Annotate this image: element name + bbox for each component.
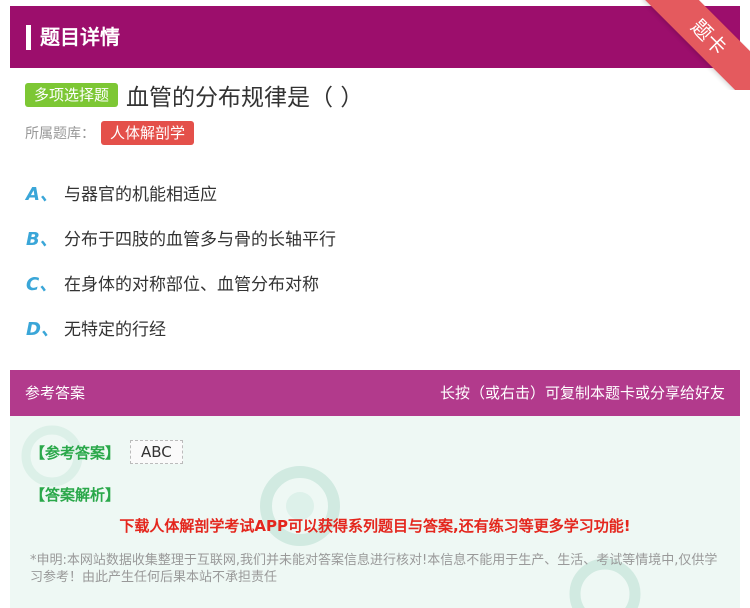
option-text: 在身体的对称部位、血管分布对称 xyxy=(64,275,319,295)
option-text: 无特定的行经 xyxy=(64,320,166,340)
option-d[interactable]: D、 无特定的行经 xyxy=(26,305,336,350)
ribbon-label[interactable]: 题卡 xyxy=(642,0,750,90)
question-type-badge: 多项选择题 xyxy=(25,83,119,107)
question-text: 血管的分布规律是（ ） xyxy=(126,85,364,111)
library-label: 所属题库： xyxy=(25,126,95,142)
header-accent-bar xyxy=(26,25,31,50)
answer-label: 【参考答案】 xyxy=(30,443,121,462)
option-letter: A、 xyxy=(26,183,58,205)
library-tag[interactable]: 人体解剖学 xyxy=(101,121,195,145)
page-header: 题目详情 xyxy=(10,6,740,68)
option-c[interactable]: C、 在身体的对称部位、血管分布对称 xyxy=(26,260,336,305)
copy-share-hint[interactable]: 长按（或右击）可复制本题卡或分享给好友 xyxy=(440,382,725,403)
option-text: 与器官的机能相适应 xyxy=(64,185,217,205)
page-title: 题目详情 xyxy=(40,25,120,49)
option-b[interactable]: B、 分布于四肢的血管多与骨的长轴平行 xyxy=(26,215,336,260)
disclaimer-text: *申明:本网站数据收集整理于互联网,我们并未能对答案信息进行核对!本信息不能用于… xyxy=(30,553,718,585)
question-line: 多项选择题 血管的分布规律是（ ） xyxy=(25,80,364,111)
ribbon-corner: 题卡 xyxy=(640,0,750,90)
answer-row: 【参考答案】 ABC xyxy=(30,440,183,464)
answer-bar-title: 参考答案 xyxy=(25,384,86,402)
option-text: 分布于四肢的血管多与骨的长轴平行 xyxy=(64,230,336,250)
analysis-label: 【答案解析】 xyxy=(30,486,121,504)
answer-area: 【参考答案】 ABC 【答案解析】 下载人体解剖学考试APP可以获得系列题目与答… xyxy=(10,416,740,608)
option-a[interactable]: A、 与器官的机能相适应 xyxy=(26,170,336,215)
answer-value: ABC xyxy=(130,440,183,464)
option-letter: C、 xyxy=(26,273,58,295)
library-line: 所属题库： 人体解剖学 xyxy=(25,121,195,145)
option-letter: B、 xyxy=(26,228,58,250)
app-download-promo[interactable]: 下载人体解剖学考试APP可以获得系列题目与答案,还有练习等更多学习功能! xyxy=(10,515,740,536)
option-letter: D、 xyxy=(26,318,59,340)
options-list: A、 与器官的机能相适应 B、 分布于四肢的血管多与骨的长轴平行 C、 在身体的… xyxy=(26,170,336,350)
answer-bar: 参考答案 长按（或右击）可复制本题卡或分享给好友 xyxy=(10,370,740,416)
